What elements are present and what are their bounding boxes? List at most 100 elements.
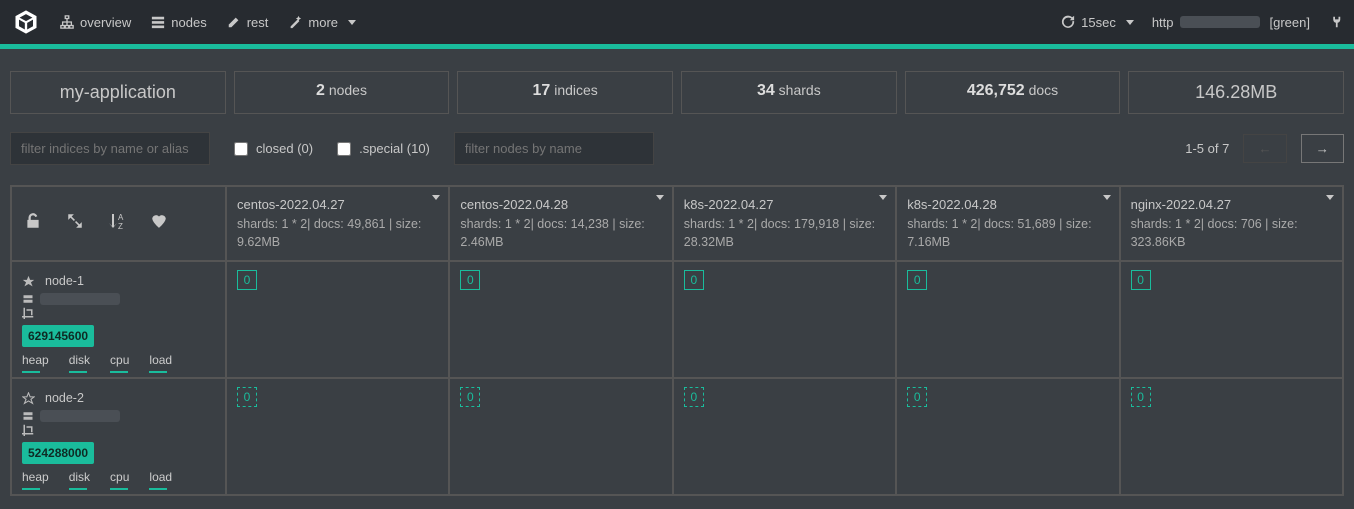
summary-shards[interactable]: 34 shards (681, 71, 897, 114)
shard-box[interactable]: 0 (1131, 387, 1151, 407)
expand-icon[interactable] (66, 212, 84, 236)
shard-box[interactable]: 0 (1131, 270, 1151, 290)
index-name: centos-2022.04.27 (237, 195, 438, 215)
nav-nodes[interactable]: nodes (151, 15, 206, 30)
index-header[interactable]: k8s-2022.04.27 shards: 1 * 2| docs: 179,… (673, 186, 896, 261)
plug-icon[interactable] (1328, 15, 1342, 29)
index-meta: shards: 1 * 2| docs: 49,861 | size: 9.62… (237, 215, 438, 253)
shard-box[interactable]: 0 (237, 270, 257, 290)
cluster-url[interactable]: http [green] (1152, 15, 1310, 30)
svg-text:Z: Z (118, 222, 123, 231)
index-meta: shards: 1 * 2| docs: 179,918 | size: 28.… (684, 215, 885, 253)
grid-tools-header: AZ (11, 186, 226, 261)
filter-nodes-input[interactable] (454, 132, 654, 165)
index-header[interactable]: centos-2022.04.28 shards: 1 * 2| docs: 1… (449, 186, 672, 261)
app-logo-icon (12, 8, 40, 36)
next-page-button[interactable]: → (1301, 134, 1344, 163)
shard-box[interactable]: 0 (460, 270, 480, 290)
star-icon (22, 392, 35, 405)
shard-cell: 0 (226, 261, 449, 378)
app-name: my-application (60, 82, 176, 102)
shard-cell: 0 (449, 378, 672, 495)
shard-box[interactable]: 0 (907, 270, 927, 290)
sort-icon[interactable]: AZ (108, 211, 126, 237)
special-label: .special (10) (359, 141, 430, 156)
metric-load: load (149, 351, 172, 369)
shards-label: shards (779, 82, 821, 98)
nav-more-label: more (308, 15, 338, 30)
refresh-dropdown[interactable]: 15sec (1061, 15, 1134, 30)
shard-cell: 0 (896, 261, 1119, 378)
cluster-status: [green] (1270, 15, 1310, 30)
heart-icon[interactable] (150, 212, 168, 236)
redacted-host (40, 293, 120, 305)
chevron-down-icon[interactable] (879, 195, 887, 200)
chevron-down-icon[interactable] (1326, 195, 1334, 200)
prev-page-button[interactable]: ← (1243, 134, 1286, 163)
nav-rest[interactable]: rest (227, 15, 269, 30)
closed-checkbox[interactable]: closed (0) (234, 141, 313, 156)
metric-cpu: cpu (110, 351, 129, 369)
refresh-value: 15sec (1081, 15, 1116, 30)
disk-icon (22, 410, 34, 422)
metric-load: load (149, 468, 172, 486)
summary-docs[interactable]: 426,752 docs (905, 71, 1121, 114)
nav-more[interactable]: more (288, 15, 356, 30)
index-meta: shards: 1 * 2| docs: 706 | size: 323.86K… (1131, 215, 1332, 253)
summary-size[interactable]: 146.28MB (1128, 71, 1344, 114)
shard-box[interactable]: 0 (684, 270, 704, 290)
metric-disk: disk (69, 351, 90, 369)
indices-count: 17 (533, 82, 551, 99)
chevron-down-icon[interactable] (432, 195, 440, 200)
shard-cell: 0 (1120, 261, 1343, 378)
url-prefix: http (1152, 15, 1174, 30)
metric-cpu: cpu (110, 468, 129, 486)
chevron-down-icon[interactable] (1103, 195, 1111, 200)
navbar: overview nodes rest more 15sec http [gre… (0, 0, 1354, 44)
filter-indices-input[interactable] (10, 132, 210, 165)
node-metrics: heapdiskcpuload (22, 351, 215, 369)
chevron-down-icon (348, 20, 356, 25)
index-header[interactable]: centos-2022.04.27 shards: 1 * 2| docs: 4… (226, 186, 449, 261)
docs-count: 426,752 (967, 82, 1025, 99)
shards-count: 34 (757, 82, 775, 99)
node-name: node-1 (45, 272, 84, 291)
nodes-count: 2 (316, 82, 325, 99)
nav-overview[interactable]: overview (60, 15, 131, 30)
shard-cell: 0 (673, 378, 896, 495)
size-value: 146.28MB (1195, 82, 1277, 102)
metric-disk: disk (69, 468, 90, 486)
shard-box[interactable]: 0 (684, 387, 704, 407)
node-cell: node-1 629145600 heapdiskcpuload (11, 261, 226, 378)
shard-box[interactable]: 0 (460, 387, 480, 407)
index-meta: shards: 1 * 2| docs: 14,238 | size: 2.46… (460, 215, 661, 253)
nav-rest-label: rest (247, 15, 269, 30)
summary-app[interactable]: my-application (10, 71, 226, 114)
index-name: nginx-2022.04.27 (1131, 195, 1332, 215)
index-name: k8s-2022.04.28 (907, 195, 1108, 215)
index-header[interactable]: k8s-2022.04.28 shards: 1 * 2| docs: 51,6… (896, 186, 1119, 261)
indices-label: indices (554, 82, 598, 98)
shard-cell: 0 (1120, 378, 1343, 495)
shard-box[interactable]: 0 (237, 387, 257, 407)
svg-text:A: A (118, 213, 124, 222)
index-meta: shards: 1 * 2| docs: 51,689 | size: 7.16… (907, 215, 1108, 253)
unlock-icon[interactable] (24, 212, 42, 236)
index-header[interactable]: nginx-2022.04.27 shards: 1 * 2| docs: 70… (1120, 186, 1343, 261)
sitemap-icon (60, 15, 74, 29)
shard-box[interactable]: 0 (907, 387, 927, 407)
chevron-down-icon[interactable] (656, 195, 664, 200)
edit-icon (227, 15, 241, 29)
jvm-badge: 524288000 (22, 442, 94, 464)
node-metrics: heapdiskcpuload (22, 468, 215, 486)
closed-label: closed (0) (256, 141, 313, 156)
redacted-host (40, 410, 120, 422)
special-checkbox[interactable]: .special (10) (337, 141, 430, 156)
summary-indices[interactable]: 17 indices (457, 71, 673, 114)
shard-cell: 0 (896, 378, 1119, 495)
docs-label: docs (1029, 82, 1059, 98)
disk-icon (22, 293, 34, 305)
index-name: k8s-2022.04.27 (684, 195, 885, 215)
summary-nodes[interactable]: 2 nodes (234, 71, 450, 114)
shard-grid: AZ centos-2022.04.27 shards: 1 * 2| docs… (10, 185, 1344, 496)
